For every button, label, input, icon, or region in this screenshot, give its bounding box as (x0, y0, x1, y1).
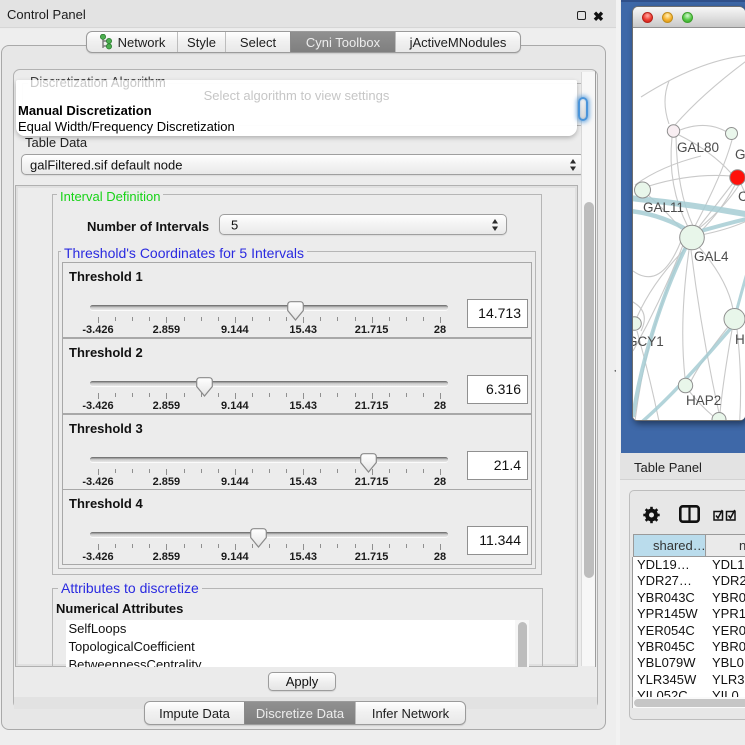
svg-text:C: C (738, 189, 745, 204)
svg-text:GAL11: GAL11 (643, 200, 684, 215)
svg-text:GAL80: GAL80 (677, 140, 719, 155)
svg-text:GAL4: GAL4 (694, 249, 729, 264)
svg-text:HI: HI (735, 332, 745, 347)
svg-text:GA: GA (735, 147, 745, 162)
svg-text:HAP2: HAP2 (686, 393, 721, 408)
svg-text:GCY1: GCY1 (633, 334, 664, 349)
